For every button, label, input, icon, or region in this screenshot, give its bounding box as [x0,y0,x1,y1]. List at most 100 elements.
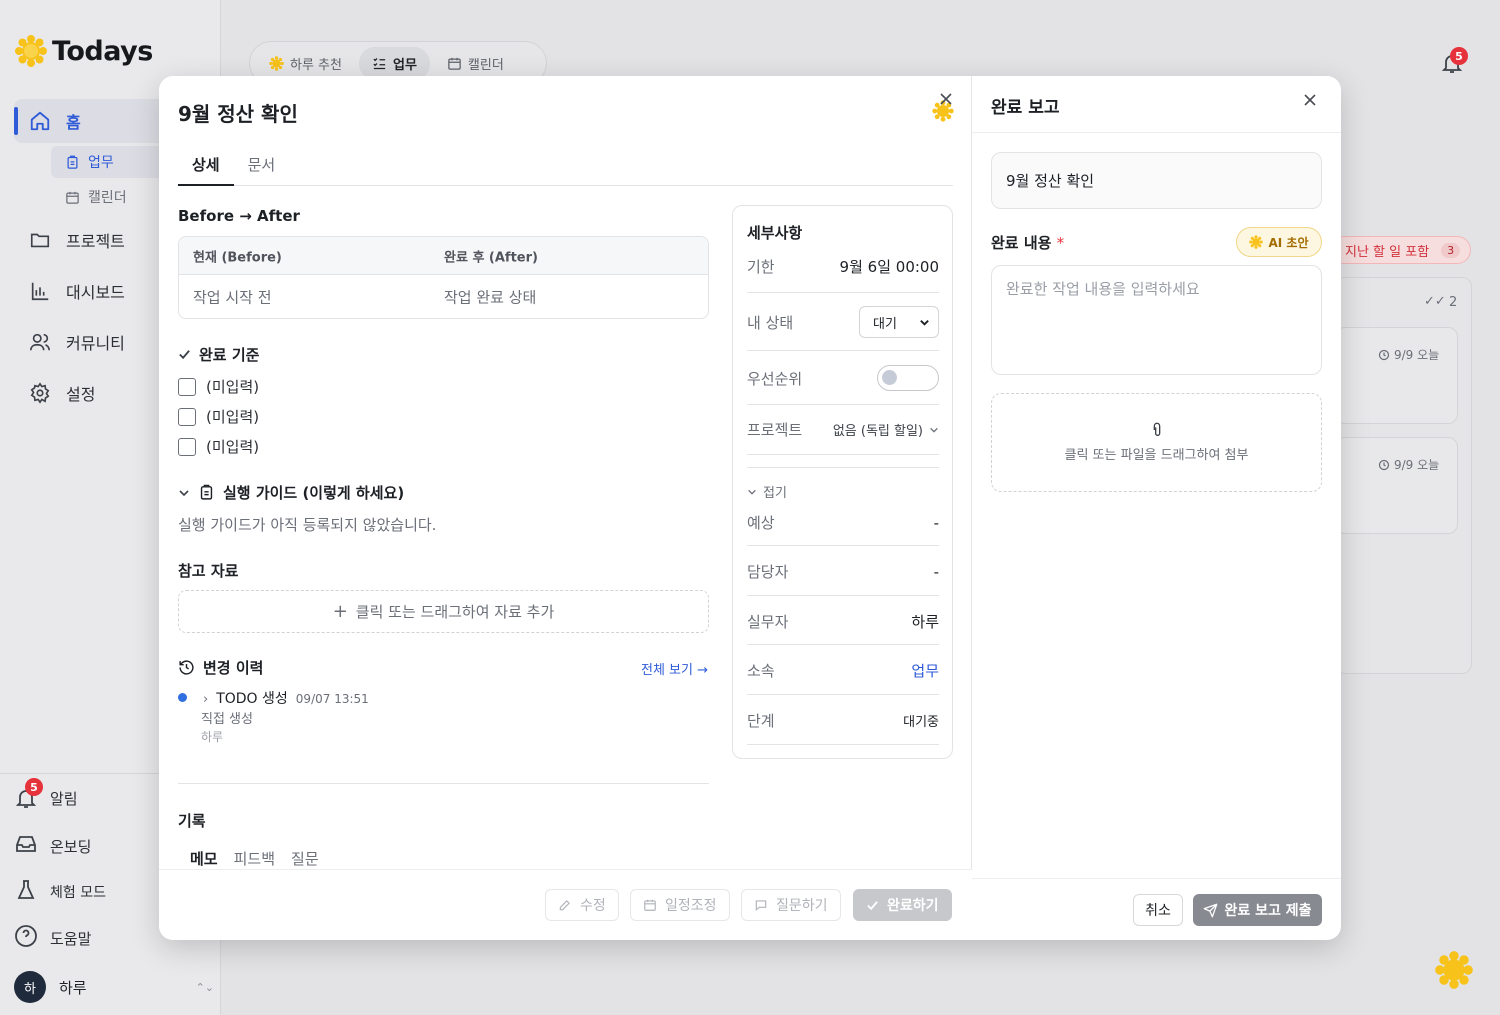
status-select[interactable]: 대기 [859,306,939,338]
before-after-table: 현재 (Before) 완료 후 (After) 작업 시작 전 작업 완료 상… [178,236,709,319]
cancel-button[interactable]: 취소 [1133,894,1183,926]
bar-chart-icon [28,279,52,303]
report-title: 완료 보고 [991,98,1060,118]
list-check-icon [373,57,386,69]
tab-label: 하루 추천 [290,57,342,73]
criteria-item[interactable]: (미입력) [178,406,259,427]
history-time: 09/07 13:51 [295,692,369,706]
help-circle-icon [14,924,38,952]
sidebar-item-projects[interactable]: 프로젝트 [28,228,125,252]
folder-icon [28,228,52,252]
divider [747,467,939,468]
calendar-icon [448,57,461,70]
card-date-label: 9/9 오늘 [1394,458,1440,472]
flask-icon [14,878,38,906]
project-select[interactable]: 없음 (독립 할일) [833,420,939,439]
tab-calendar[interactable]: 캘린더 [434,47,517,80]
tab-memo[interactable]: 메모 [190,848,218,869]
tab-feedback[interactable]: 피드백 [234,848,275,869]
chevron-down-icon [748,489,756,495]
complete-button[interactable]: 완료하기 [853,889,952,921]
checkbox[interactable] [178,407,196,426]
sidebar-item-help[interactable]: 도움말 [14,924,91,952]
close-icon[interactable] [939,90,953,111]
due-row[interactable]: 기한 9월 6일 00:00 [747,256,939,277]
details-card: 세부사항 기한 9월 6일 00:00 내 상태 대기 우선순위 프로젝트 없음… [732,205,953,759]
tab-label: 캘린더 [467,57,504,73]
checkbox[interactable] [178,437,196,456]
sidebar-item-settings[interactable]: 설정 [28,381,95,405]
app-name: Todays [52,35,153,67]
avatar: 하 [14,971,46,1003]
file-attach-dropzone[interactable]: 클릭 또는 파일을 드래그하여 첨부 [991,393,1322,492]
sidebar-item-label: 온보딩 [50,837,92,856]
history-icon [179,660,194,675]
record-heading: 기록 [178,812,206,830]
double-check-icon: ✓✓ [1424,294,1446,309]
submit-report-button[interactable]: 완료 보고 제출 [1193,894,1322,926]
message-icon [755,900,767,911]
tab-documents[interactable]: 문서 [234,150,290,186]
criteria-item[interactable]: (미입력) [178,436,259,457]
criteria-item[interactable]: (미입력) [178,376,259,397]
overdue-filter-chip[interactable]: 지난 할 일 포함 3 [1330,236,1471,264]
tab-question[interactable]: 질문 [291,848,319,869]
sidebar-item-dashboard[interactable]: 대시보드 [28,279,125,303]
checkbox[interactable] [178,377,196,396]
guide-toggle[interactable]: 실행 가이드 (이렇게 하세요) [178,482,404,503]
history-entry[interactable]: › TODO 생성 09/07 13:51 [203,688,369,708]
reschedule-button[interactable]: 일정조정 [630,889,730,921]
priority-toggle[interactable] [877,365,939,391]
button-label: 완료하기 [887,898,939,914]
clipboard-icon [67,155,78,169]
history-heading: 변경 이력 [178,657,263,678]
row-label: 단계 [747,712,775,730]
due-value: 9월 6일 00:00 [839,258,939,276]
status-row: 내 상태 대기 [747,306,939,338]
close-icon[interactable] [1303,93,1317,111]
ai-draft-button[interactable]: AI 초안 [1236,227,1322,257]
assistant-fab[interactable] [1434,950,1474,994]
sidebar-item-label: 대시보드 [66,283,125,302]
sun-logo-icon [15,35,47,67]
active-indicator [14,107,18,135]
app-logo[interactable]: Todays [14,34,153,68]
reference-dropzone[interactable]: + 클릭 또는 드래그하여 자료 추가 [178,590,709,633]
check-icon [179,350,190,360]
belong-value-link[interactable]: 업무 [911,660,939,681]
chevron-down-icon [920,319,929,326]
tab-tasks[interactable]: 업무 [358,46,430,80]
divider [747,694,939,695]
task-footer: 수정 일정조정 질문하기 완료하기 [159,869,972,940]
textarea-placeholder: 완료한 작업 내용을 입력하세요 [1006,280,1200,298]
task-card[interactable]: 9/9 오늘 [1335,327,1458,424]
pencil-icon [559,900,570,911]
chevron-down-icon [179,489,189,496]
report-content-textarea[interactable]: 완료한 작업 내용을 입력하세요 [991,265,1322,375]
view-all-history-link[interactable]: 전체 보기 → [641,659,708,678]
divider [747,644,939,645]
check-icon [867,900,878,910]
estimate-row: 예상 - [747,512,939,533]
tab-detail[interactable]: 상세 [178,150,234,186]
sidebar-item-onboarding[interactable]: 온보딩 [14,832,91,860]
before-header: 현재 (Before) [193,250,282,265]
row-label: 내 상태 [747,313,794,332]
notification-bell-button[interactable]: 5 [1440,47,1468,79]
tab-daily-recommend[interactable]: 하루 추천 [256,47,355,80]
sidebar-item-alerts[interactable]: 5 알림 [14,778,78,810]
ask-button[interactable]: 질문하기 [741,889,841,921]
completion-report-pane: 완료 보고 9월 정산 확인 완료 내용 * AI 초안 완료한 작업 내용을 … [972,76,1341,940]
select-value: 없음 (독립 할일) [832,424,923,439]
edit-button[interactable]: 수정 [545,889,619,921]
user-menu[interactable]: 하 하루 ⌃⌄ [14,971,214,1003]
fold-toggle[interactable]: 접기 [747,482,787,501]
sidebar-item-trial-mode[interactable]: 체험 모드 [14,878,106,906]
section-label: 완료 기준 [199,346,260,364]
sidebar-item-community[interactable]: 커뮤니티 [28,330,125,354]
before-value: 작업 시작 전 [193,288,272,307]
plus-icon: + [332,601,348,622]
table-row[interactable]: 작업 시작 전 작업 완료 상태 [179,275,708,318]
chevron-right-icon: › [203,692,209,707]
task-card[interactable]: 9/9 오늘 [1335,437,1458,534]
